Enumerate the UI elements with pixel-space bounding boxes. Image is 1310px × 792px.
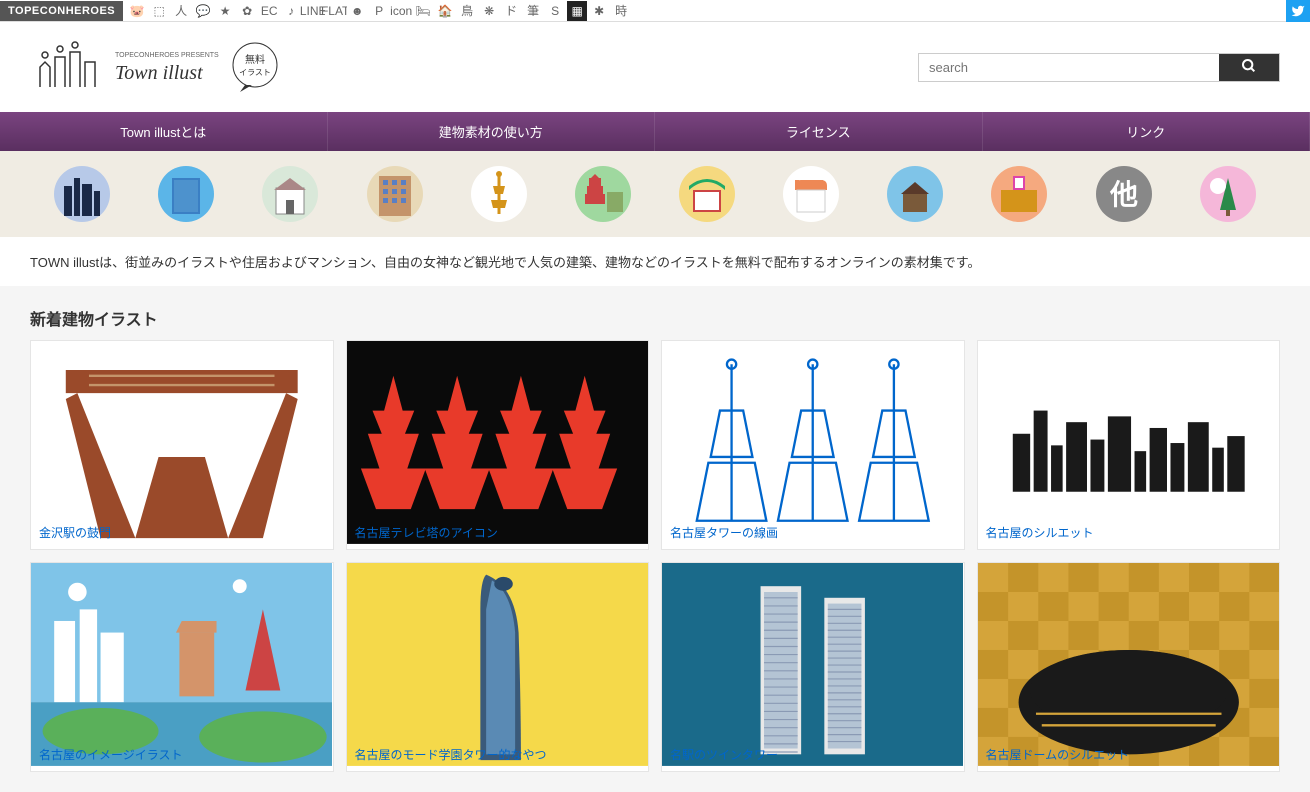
top-icon-18[interactable]: 筆 <box>523 1 543 21</box>
items-grid: 金沢駅の鼓門名古屋テレビ塔のアイコン名古屋タワーの線画名古屋のシルエット名古屋の… <box>30 340 1280 772</box>
svg-text:Town illust: Town illust <box>115 62 203 84</box>
item-card[interactable]: 名古屋タワーの線画 <box>661 340 965 550</box>
top-icon-6[interactable]: EC <box>259 1 279 21</box>
category-house[interactable] <box>262 166 318 222</box>
top-icon-14[interactable]: 🏠 <box>435 1 455 21</box>
category-shop[interactable] <box>783 166 839 222</box>
main-nav: Town illustとは建物素材の使い方ライセンスリンク <box>0 112 1310 151</box>
svg-text:TOPECONHEROES PRESENTS: TOPECONHEROES PRESENTS <box>115 52 219 59</box>
topcon-label: TOPECONHEROES <box>0 1 123 21</box>
top-icon-19[interactable]: S <box>545 1 565 21</box>
header: TOPECONHEROES PRESENTS Town illust 無料 イラ… <box>0 22 1310 112</box>
top-icon-9[interactable]: FLAT <box>325 1 345 21</box>
top-icon-20[interactable]: ▦ <box>567 1 587 21</box>
top-icon-5[interactable]: ✿ <box>237 1 257 21</box>
item-card[interactable]: 名古屋ドームのシルエット <box>977 562 1281 772</box>
top-icon-7[interactable]: ♪ <box>281 1 301 21</box>
category-nature[interactable] <box>1200 166 1256 222</box>
top-icon-2[interactable]: 人 <box>171 1 191 21</box>
item-thumbnail <box>347 563 649 738</box>
category-shrine[interactable] <box>679 166 735 222</box>
top-icon-15[interactable]: 鳥 <box>457 1 477 21</box>
top-icon-1[interactable]: ⬚ <box>149 1 169 21</box>
item-thumbnail <box>347 341 649 516</box>
item-thumbnail <box>662 341 964 516</box>
category-tower[interactable] <box>471 166 527 222</box>
nav-item-3[interactable]: リンク <box>983 112 1310 151</box>
twitter-icon <box>1291 4 1305 18</box>
category-bar: 他 <box>0 151 1310 237</box>
top-icon-17[interactable]: ド <box>501 1 521 21</box>
top-bar: TOPECONHEROES 🐷⬚人💬★✿EC♪LINEFLAT☻Picon🛏🏠鳥… <box>0 0 1310 22</box>
item-thumbnail <box>31 341 333 516</box>
nav-item-1[interactable]: 建物素材の使い方 <box>328 112 656 151</box>
top-icons: 🐷⬚人💬★✿EC♪LINEFLAT☻Picon🛏🏠鳥❋ド筆S▦✱時 <box>127 1 1286 21</box>
search-icon <box>1241 58 1257 74</box>
search-input[interactable] <box>919 54 1219 81</box>
category-building[interactable] <box>158 166 214 222</box>
item-thumbnail <box>978 341 1280 516</box>
item-thumbnail <box>31 563 333 738</box>
item-card[interactable]: 名駅のツインタワー <box>661 562 965 772</box>
category-cabin[interactable] <box>887 166 943 222</box>
category-other[interactable]: 他 <box>1096 166 1152 222</box>
top-icon-13[interactable]: 🛏 <box>413 1 433 21</box>
item-thumbnail <box>662 563 964 738</box>
top-icon-0[interactable]: 🐷 <box>127 1 147 21</box>
content: 新着建物イラスト 金沢駅の鼓門名古屋テレビ塔のアイコン名古屋タワーの線画名古屋の… <box>0 286 1310 792</box>
nav-item-2[interactable]: ライセンス <box>655 112 983 151</box>
top-icon-22[interactable]: 時 <box>611 1 631 21</box>
category-cityscape[interactable] <box>54 166 110 222</box>
top-icon-10[interactable]: ☻ <box>347 1 367 21</box>
twitter-button[interactable] <box>1286 0 1310 22</box>
top-icon-12[interactable]: icon <box>391 1 411 21</box>
svg-text:無料: 無料 <box>245 53 265 66</box>
top-icon-16[interactable]: ❋ <box>479 1 499 21</box>
top-icon-3[interactable]: 💬 <box>193 1 213 21</box>
description-text: TOWN illustは、街並みのイラストや住居およびマンション、自由の女神など… <box>30 255 981 270</box>
category-school[interactable] <box>991 166 1047 222</box>
search-box <box>918 53 1280 82</box>
svg-text:他: 他 <box>1109 179 1138 210</box>
top-icon-11[interactable]: P <box>369 1 389 21</box>
description-bar: TOWN illustは、街並みのイラストや住居およびマンション、自由の女神など… <box>0 237 1310 286</box>
svg-text:イラスト: イラスト <box>239 68 271 77</box>
item-card[interactable]: 名古屋のモード学園タワー的なやつ <box>346 562 650 772</box>
nav-item-0[interactable]: Town illustとは <box>0 112 328 151</box>
item-card[interactable]: 名古屋のシルエット <box>977 340 1281 550</box>
item-card[interactable]: 金沢駅の鼓門 <box>30 340 334 550</box>
item-card[interactable]: 名古屋のイメージイラスト <box>30 562 334 772</box>
logo-svg: TOPECONHEROES PRESENTS Town illust 無料 イラ… <box>30 37 290 97</box>
category-apartment[interactable] <box>367 166 423 222</box>
item-thumbnail <box>978 563 1280 738</box>
category-temple[interactable] <box>575 166 631 222</box>
item-card[interactable]: 名古屋テレビ塔のアイコン <box>346 340 650 550</box>
top-icon-21[interactable]: ✱ <box>589 1 609 21</box>
search-button[interactable] <box>1219 54 1279 81</box>
section-title: 新着建物イラスト <box>30 306 1280 330</box>
site-logo[interactable]: TOPECONHEROES PRESENTS Town illust 無料 イラ… <box>30 37 290 97</box>
top-icon-4[interactable]: ★ <box>215 1 235 21</box>
